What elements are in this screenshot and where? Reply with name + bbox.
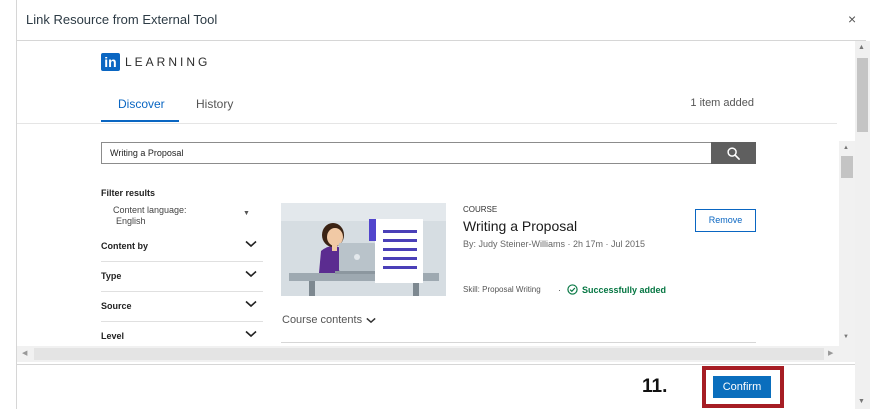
search-input[interactable] bbox=[101, 142, 712, 164]
chevron-down-icon bbox=[245, 300, 257, 308]
content-language-value: English bbox=[116, 216, 146, 226]
course-skill: Skill: Proposal Writing bbox=[463, 285, 541, 294]
caret-down-icon[interactable]: ▼ bbox=[243, 210, 250, 217]
success-status-text: Successfully added bbox=[582, 284, 667, 295]
content-language-select[interactable]: Content language: English bbox=[113, 205, 187, 227]
course-title[interactable]: Writing a Proposal bbox=[463, 218, 577, 234]
course-card-divider bbox=[281, 342, 756, 343]
search-icon bbox=[727, 146, 740, 160]
chevron-down-icon bbox=[245, 270, 257, 278]
close-icon[interactable]: × bbox=[848, 11, 856, 27]
inner-vertical-scrollbar-thumb[interactable] bbox=[841, 156, 853, 178]
remove-button[interactable]: Remove bbox=[695, 209, 756, 232]
dialog-title-divider bbox=[16, 40, 866, 41]
status-badge: · Successfully added bbox=[558, 284, 666, 295]
course-thumbnail[interactable] bbox=[281, 203, 446, 296]
tabs-divider bbox=[17, 123, 837, 124]
filter-label: Content by bbox=[101, 241, 148, 251]
inner-scroll-down-icon[interactable]: ▼ bbox=[843, 334, 849, 340]
course-meta: By: Judy Steiner-Williams · 2h 17m · Jul… bbox=[463, 239, 646, 249]
learning-logo-text: LEARNING bbox=[125, 55, 211, 69]
filter-label: Type bbox=[101, 271, 122, 281]
search-button[interactable] bbox=[711, 142, 756, 164]
chevron-down-icon bbox=[245, 330, 257, 338]
linkedin-logo-icon: in bbox=[101, 53, 120, 71]
separator-dot: · bbox=[558, 284, 561, 295]
outer-scroll-up-icon[interactable]: ▲ bbox=[858, 44, 865, 51]
course-contents-toggle[interactable]: Course contents bbox=[282, 314, 376, 326]
filter-source[interactable]: Source bbox=[101, 291, 263, 321]
inner-scroll-right-icon[interactable]: ▶ bbox=[828, 349, 833, 357]
tab-discover[interactable]: Discover bbox=[118, 97, 165, 111]
filter-label: Source bbox=[101, 301, 132, 311]
chevron-down-icon bbox=[366, 317, 376, 323]
inner-horizontal-scrollbar-thumb[interactable] bbox=[34, 348, 824, 360]
chevron-down-icon bbox=[245, 240, 257, 248]
footer-divider bbox=[17, 364, 855, 365]
confirm-button[interactable]: Confirm bbox=[713, 376, 771, 398]
filter-content-by[interactable]: Content by bbox=[101, 231, 263, 261]
tab-history[interactable]: History bbox=[196, 97, 233, 111]
active-tab-indicator bbox=[101, 120, 179, 122]
filter-type[interactable]: Type bbox=[101, 261, 263, 291]
filter-label: Level bbox=[101, 331, 125, 341]
course-type-label: COURSE bbox=[463, 205, 498, 214]
check-circle-icon bbox=[567, 284, 578, 295]
inner-scroll-left-icon[interactable]: ◀ bbox=[22, 349, 27, 357]
outer-scrollbar-thumb[interactable] bbox=[857, 58, 868, 132]
outer-scroll-down-icon[interactable]: ▼ bbox=[858, 398, 865, 405]
dialog-title: Link Resource from External Tool bbox=[26, 12, 218, 27]
items-added-count: 1 item added bbox=[690, 97, 754, 109]
content-language-label: Content language: bbox=[113, 205, 187, 215]
step-number-annotation: 11. bbox=[642, 376, 668, 397]
filter-results-heading: Filter results bbox=[101, 188, 156, 198]
inner-scroll-up-icon[interactable]: ▲ bbox=[843, 145, 849, 151]
course-contents-label: Course contents bbox=[282, 314, 363, 326]
